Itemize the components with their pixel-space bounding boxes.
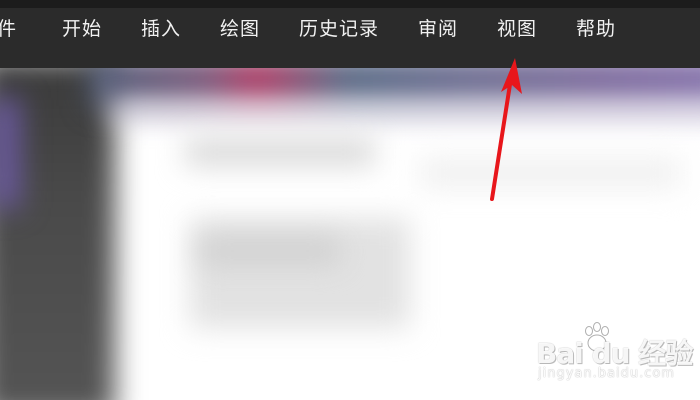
- blurred-ribbon: [90, 68, 700, 106]
- menu-item-file[interactable]: 件: [0, 8, 17, 50]
- blurred-content-block: [190, 218, 410, 328]
- menu-item-draw[interactable]: 绘图: [220, 8, 260, 50]
- menu-item-review[interactable]: 审阅: [418, 8, 458, 50]
- menu-item-insert[interactable]: 插入: [141, 8, 181, 50]
- window-top-strip: [0, 0, 700, 8]
- blurred-ribbon-edge: [110, 104, 700, 118]
- menu-item-view[interactable]: 视图: [497, 8, 537, 50]
- menu-item-help[interactable]: 帮助: [576, 8, 616, 50]
- blurred-content-block: [200, 238, 340, 264]
- blurred-content-block: [185, 138, 375, 166]
- screenshot-stage: 件 开始 插入 绘图 历史记录 审阅 视图 帮助 Bai du 经验 jingy…: [0, 0, 700, 400]
- menu-item-history[interactable]: 历史记录: [299, 8, 379, 50]
- watermark-url: jingyan.baidu.com: [538, 366, 675, 381]
- menu-item-home[interactable]: 开始: [62, 8, 102, 50]
- menu-bar: 件 开始 插入 绘图 历史记录 审阅 视图 帮助: [0, 8, 700, 69]
- blurred-content-block: [420, 158, 680, 188]
- blurred-sidebar-accent: [0, 98, 20, 208]
- baidu-jingyan-watermark: Bai du 经验 jingyan.baidu.com: [536, 322, 696, 392]
